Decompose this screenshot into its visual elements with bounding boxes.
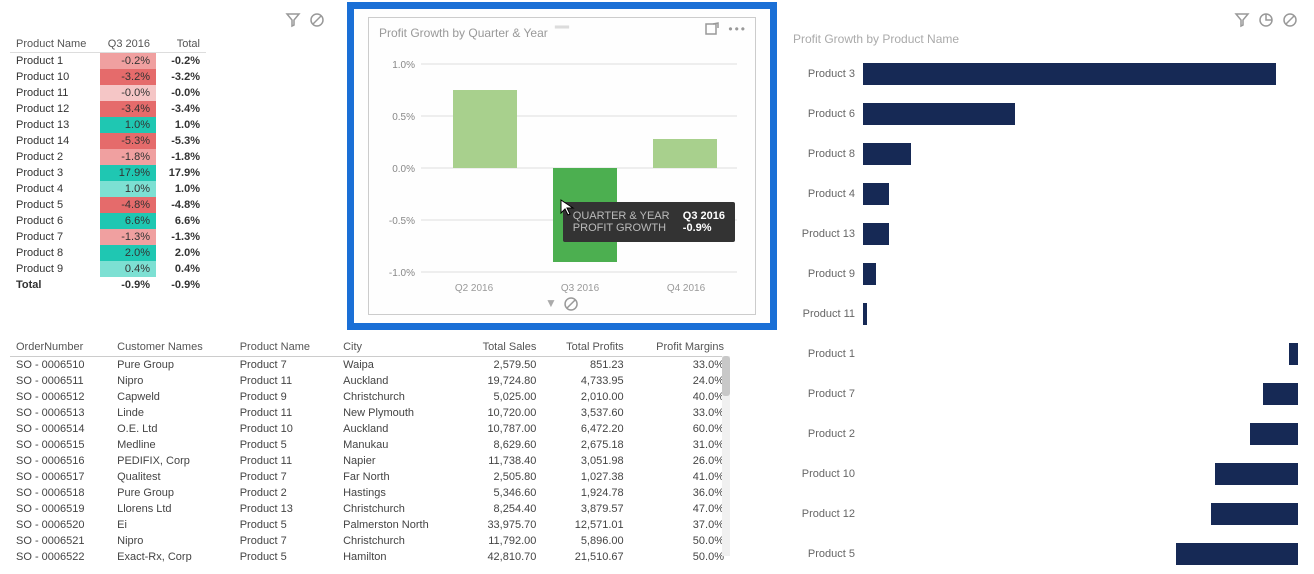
col-header[interactable]: Product Name <box>234 338 337 357</box>
bar-label: Product 5 <box>783 548 863 560</box>
col-header[interactable]: Total Sales <box>460 338 543 357</box>
visual-toolbar: ••• <box>704 22 747 38</box>
svg-text:-0.5%: -0.5% <box>389 216 415 227</box>
table-row[interactable]: Product 131.0%1.0% <box>10 117 206 133</box>
table-row[interactable]: Product 11-0.0%-0.0% <box>10 85 206 101</box>
table-row[interactable]: SO - 0006513LindeProduct 11New Plymouth1… <box>10 405 730 421</box>
profit-matrix-table[interactable]: Product Name Q3 2016 Total Product 1-0.2… <box>10 36 206 293</box>
bar-label: Product 1 <box>783 348 863 360</box>
table-scrollbar[interactable] <box>722 356 730 556</box>
list-item[interactable]: Product 3 <box>783 54 1298 94</box>
drill-clear-icon[interactable] <box>563 296 579 312</box>
list-item[interactable]: Product 5 <box>783 534 1298 574</box>
bar-label: Product 3 <box>783 68 863 80</box>
col-total[interactable]: Total <box>156 36 206 53</box>
table-row[interactable]: SO - 0006511NiproProduct 11Auckland19,72… <box>10 373 730 389</box>
table-row[interactable]: Product 7-1.3%-1.3% <box>10 229 206 245</box>
table-row[interactable]: Product 41.0%1.0% <box>10 181 206 197</box>
bar-label: Product 11 <box>783 308 863 320</box>
table-row[interactable]: Product 82.0%2.0% <box>10 245 206 261</box>
bar-label: Product 6 <box>783 108 863 120</box>
table-row[interactable]: SO - 0006510Pure GroupProduct 7Waipa2,57… <box>10 357 730 373</box>
table-row[interactable]: SO - 0006521NiproProduct 7Christchurch11… <box>10 533 730 549</box>
col-header[interactable]: OrderNumber <box>10 338 111 357</box>
clear-icon[interactable] <box>1282 12 1298 28</box>
svg-text:1.0%: 1.0% <box>392 60 415 71</box>
table-row[interactable]: SO - 0006522Exact-Rx, CorpProduct 5Hamil… <box>10 549 730 563</box>
drill-down-icon[interactable]: ▼ <box>545 296 557 312</box>
table-row[interactable]: SO - 0006514O.E. LtdProduct 10Auckland10… <box>10 421 730 437</box>
drill-icons: ▼ <box>545 296 579 312</box>
svg-text:-1.0%: -1.0% <box>389 268 415 279</box>
list-item[interactable]: Product 2 <box>783 414 1298 454</box>
table-row[interactable]: Product 14-5.3%-5.3% <box>10 133 206 149</box>
svg-text:0.0%: 0.0% <box>392 164 415 175</box>
list-item[interactable]: Product 12 <box>783 494 1298 534</box>
pie-icon[interactable] <box>1258 12 1274 28</box>
table-row[interactable]: Product 2-1.8%-1.8% <box>10 149 206 165</box>
sales-detail-table-visual[interactable]: OrderNumberCustomer NamesProduct NameCit… <box>10 338 730 562</box>
list-item[interactable]: Product 7 <box>783 374 1298 414</box>
list-item[interactable]: Product 6 <box>783 94 1298 134</box>
table-row[interactable]: Product 10-3.2%-3.2% <box>10 69 206 85</box>
visual-header-icons <box>1234 12 1298 28</box>
column-chart[interactable]: 1.0% 0.5% 0.0% -0.5% -1.0% <box>377 54 763 284</box>
table-row[interactable]: SO - 0006519Llorens LtdProduct 13Christc… <box>10 501 730 517</box>
selected-quarter-chart[interactable]: ══ ••• Profit Growth by Quarter & Year 1… <box>347 2 777 330</box>
svg-text:0.5%: 0.5% <box>392 112 415 123</box>
table-row[interactable]: SO - 0006512CapweldProduct 9Christchurch… <box>10 389 730 405</box>
clear-icon[interactable] <box>309 12 325 28</box>
chart-tooltip: QUARTER & YEARQ3 2016 PROFIT GROWTH-0.9% <box>563 202 735 242</box>
filter-icon[interactable] <box>1234 12 1250 28</box>
table-row[interactable]: SO - 0006520EiProduct 5Palmerston North3… <box>10 517 730 533</box>
focus-mode-icon[interactable] <box>704 22 720 38</box>
table-row[interactable]: Product 1-0.2%-0.2% <box>10 53 206 69</box>
more-options-icon[interactable]: ••• <box>728 22 747 38</box>
bar-label: Product 12 <box>783 508 863 520</box>
table-row[interactable]: SO - 0006517QualitestProduct 7Far North2… <box>10 469 730 485</box>
bar-label: Product 2 <box>783 428 863 440</box>
table-row[interactable]: SO - 0006518Pure GroupProduct 2Hastings5… <box>10 485 730 501</box>
bar-label: Product 7 <box>783 388 863 400</box>
scrollbar-thumb[interactable] <box>722 356 730 396</box>
list-item[interactable]: Product 11 <box>783 294 1298 334</box>
drag-grip-icon[interactable]: ══ <box>555 22 569 33</box>
hbar-title: Profit Growth by Product Name <box>793 32 1298 46</box>
horizontal-bar-chart[interactable]: Product 3 Product 6 Product 8 Product 4 … <box>783 54 1298 574</box>
filter-icon[interactable] <box>285 12 301 28</box>
x-tick: Q2 2016 <box>455 283 493 294</box>
list-item[interactable]: Product 4 <box>783 174 1298 214</box>
list-item[interactable]: Product 13 <box>783 214 1298 254</box>
table-row[interactable]: Product 66.6%6.6% <box>10 213 206 229</box>
table-total-row: Total-0.9%-0.9% <box>10 277 206 293</box>
bar-label: Product 8 <box>783 148 863 160</box>
bar-label: Product 10 <box>783 468 863 480</box>
table-row[interactable]: Product 90.4%0.4% <box>10 261 206 277</box>
table-row[interactable]: Product 12-3.4%-3.4% <box>10 101 206 117</box>
x-tick: Q4 2016 <box>667 283 705 294</box>
bar-label: Product 9 <box>783 268 863 280</box>
table-row[interactable]: Product 317.9%17.9% <box>10 165 206 181</box>
bar-label: Product 13 <box>783 228 863 240</box>
col-header[interactable]: City <box>337 338 460 357</box>
col-product[interactable]: Product Name <box>10 36 100 53</box>
col-q3[interactable]: Q3 2016 <box>100 36 156 53</box>
list-item[interactable]: Product 1 <box>783 334 1298 374</box>
table-row[interactable]: Product 5-4.8%-4.8% <box>10 197 206 213</box>
list-item[interactable]: Product 10 <box>783 454 1298 494</box>
col-header[interactable]: Customer Names <box>111 338 234 357</box>
bar-label: Product 4 <box>783 188 863 200</box>
col-header[interactable]: Total Profits <box>542 338 629 357</box>
table-row[interactable]: SO - 0006515MedlineProduct 5Manukau8,629… <box>10 437 730 453</box>
x-tick: Q3 2016 <box>561 283 599 294</box>
list-item[interactable]: Product 9 <box>783 254 1298 294</box>
sales-table[interactable]: OrderNumberCustomer NamesProduct NameCit… <box>10 338 730 562</box>
product-bar-chart-visual[interactable]: Profit Growth by Product Name Product 3 … <box>775 0 1314 572</box>
list-item[interactable]: Product 8 <box>783 134 1298 174</box>
visual-header-icons <box>285 12 325 28</box>
col-header[interactable]: Profit Margins <box>630 338 730 357</box>
table-row[interactable]: SO - 0006516PEDIFIX, CorpProduct 11Napie… <box>10 453 730 469</box>
